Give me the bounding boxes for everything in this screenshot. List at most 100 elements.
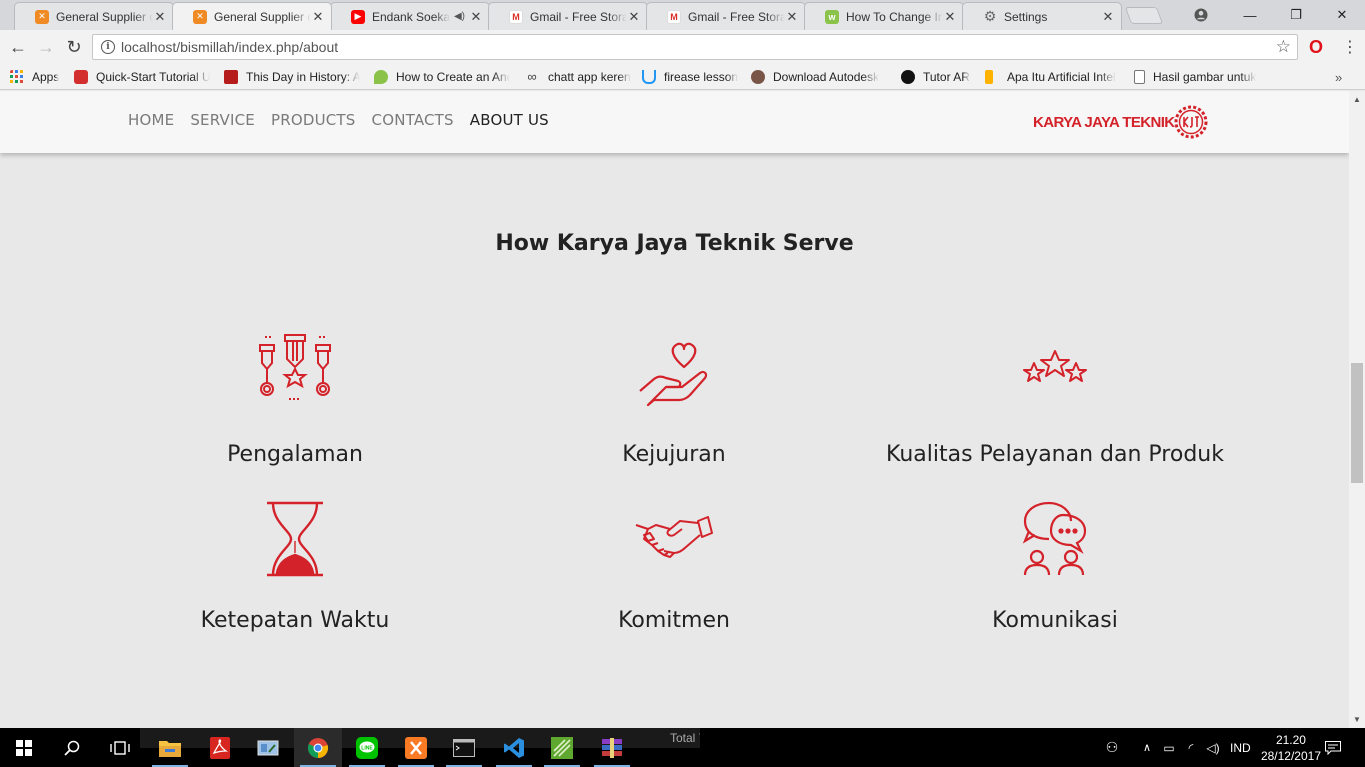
folder-icon [159,740,181,757]
scroll-up-arrow-icon[interactable]: ▲ [1353,95,1361,104]
taskbar-sublime-or-editor[interactable] [538,728,586,767]
nav-about-us[interactable]: ABOUT US [470,111,549,129]
browser-tab[interactable]: M Gmail - Free Stora ✕ [488,2,648,30]
close-icon[interactable]: ✕ [785,9,799,25]
opera-extension-icon[interactable]: O [1304,35,1328,59]
search-icon [64,740,80,756]
xampp-icon [405,736,427,759]
browser-tab[interactable]: ▶ Endank Soekam ◀) ✕ [330,2,490,30]
nav-home[interactable]: HOME [128,111,174,129]
w3schools-icon: w [825,9,839,24]
restore-button[interactable]: ❐ [1273,0,1319,30]
url-text[interactable]: localhost/bismillah/index.php/about [121,39,338,55]
bookmark-label: Download Autodesk [773,70,880,84]
bookmark-label: Hasil gambar untuk [1153,70,1257,84]
nav-products[interactable]: PRODUCTS [271,111,356,129]
bookmark-item[interactable]: How to Create an And [374,68,510,86]
taskbar-chrome[interactable] [294,728,342,767]
xampp-icon: ✕ [193,9,207,24]
bookmarks-overflow-icon[interactable]: » [1335,68,1342,86]
nav-service[interactable]: SERVICE [190,111,255,129]
vscode-icon [504,737,524,758]
tab-title: How To Change In [846,9,943,24]
close-icon[interactable]: ✕ [311,9,325,25]
bookmark-label: This Day in History: A [246,70,360,84]
bookmark-item[interactable]: Download Autodesk [751,68,887,86]
scroll-down-arrow-icon[interactable]: ▼ [1353,715,1361,724]
reload-button[interactable]: ↻ [62,35,86,59]
search-button[interactable] [48,728,96,767]
window-close-button[interactable]: ✕ [1319,0,1365,30]
feature-komunikasi: Komunikasi [865,499,1245,633]
browser-tab-active[interactable]: ✕ General Supplier o ✕ [172,2,332,30]
browser-tab[interactable]: w How To Change In ✕ [804,2,964,30]
bookmark-item[interactable]: Apa Itu Artificial Intel [985,68,1121,86]
language-indicator[interactable]: IND [1230,741,1251,755]
minimize-button[interactable]: — [1227,0,1273,30]
site-logo[interactable]: KARYA JAYA TEKNIK [1033,104,1209,140]
bookmark-label: Tutor AR [923,70,970,84]
taskbar-control-panel[interactable] [244,728,292,767]
line-app-icon: LINE [356,736,378,759]
forward-button[interactable]: → [34,35,58,59]
medals-icon [259,334,331,400]
volume-icon[interactable]: ◁) [1202,741,1224,755]
taskbar-line[interactable]: LINE [343,728,391,767]
close-icon[interactable]: ✕ [153,9,167,25]
close-icon[interactable]: ✕ [943,9,957,25]
system-tray: ⚇ ∧ ▭ ◜ ◁) IND [1100,728,1251,767]
page-scrollbar[interactable]: ▲ ▼ [1349,91,1365,728]
feature-label: Pengalaman [227,442,363,467]
browser-tab[interactable]: ✕ General Supplier o ✕ [14,2,174,30]
bookmark-apps[interactable]: Apps [10,68,59,86]
taskbar-acrobat[interactable] [196,728,244,767]
bookmark-item[interactable]: firease lesson [642,68,738,86]
firebase-lesson-icon [642,70,656,84]
wifi-icon[interactable]: ◜ [1180,741,1202,755]
back-button[interactable]: ← [6,35,30,59]
task-view-button[interactable] [96,728,144,767]
chrome-menu-icon[interactable]: ⋮ [1338,35,1362,59]
bookmark-item[interactable]: Hasil gambar untuk [1134,68,1270,86]
infinity-icon: ∞ [527,69,537,84]
bookmark-item[interactable]: This Day in History: A [224,68,360,86]
browser-tab[interactable]: M Gmail - Free Stora ✕ [646,2,806,30]
show-hidden-icons-icon[interactable]: ∧ [1136,741,1158,754]
tab-title: Gmail - Free Stora [688,9,785,24]
apps-grid-icon [10,70,23,83]
chrome-icon [307,737,329,758]
bookmark-star-icon[interactable]: ☆ [1276,37,1291,57]
taskbar-vscode[interactable] [490,728,538,767]
nav-contacts[interactable]: CONTACTS [372,111,454,129]
action-center-button[interactable] [1310,728,1356,767]
taskbar-winrar[interactable] [588,728,636,767]
history-icon [224,70,238,84]
start-button[interactable] [0,728,48,767]
xampp-icon: ✕ [35,9,49,24]
close-icon[interactable]: ✕ [1101,9,1115,25]
close-icon[interactable]: ✕ [469,9,483,25]
taskbar-xampp[interactable] [392,728,440,767]
people-icon[interactable]: ⚇ [1100,739,1124,756]
profile-icon[interactable] [1178,0,1224,30]
notifications-icon [1325,740,1341,755]
task-view-icon [110,740,130,755]
feature-pengalaman: Pengalaman [105,333,485,467]
taskbar-command-prompt[interactable] [440,728,488,767]
new-tab-button[interactable] [1124,7,1164,24]
audio-playing-icon[interactable]: ◀) [454,11,465,22]
svg-text:LINE: LINE [361,745,373,751]
bookmark-item[interactable]: ∞ chatt app keren [524,68,630,86]
taskbar-file-explorer[interactable] [146,728,194,767]
browser-tab[interactable]: ⚙ Settings ✕ [962,2,1122,30]
info-icon[interactable]: i [101,40,115,54]
close-icon[interactable]: ✕ [627,9,641,25]
bookmark-item[interactable]: Tutor AR [901,68,970,86]
battery-icon[interactable]: ▭ [1158,741,1180,755]
editor-app-icon [551,736,573,759]
tab-title: General Supplier o [214,9,311,24]
address-bar[interactable]: i localhost/bismillah/index.php/about ☆ [92,34,1298,60]
stars-icon [1023,350,1087,382]
bookmark-item[interactable]: Quick-Start Tutorial U [74,68,210,86]
scrollbar-thumb[interactable] [1351,363,1363,483]
